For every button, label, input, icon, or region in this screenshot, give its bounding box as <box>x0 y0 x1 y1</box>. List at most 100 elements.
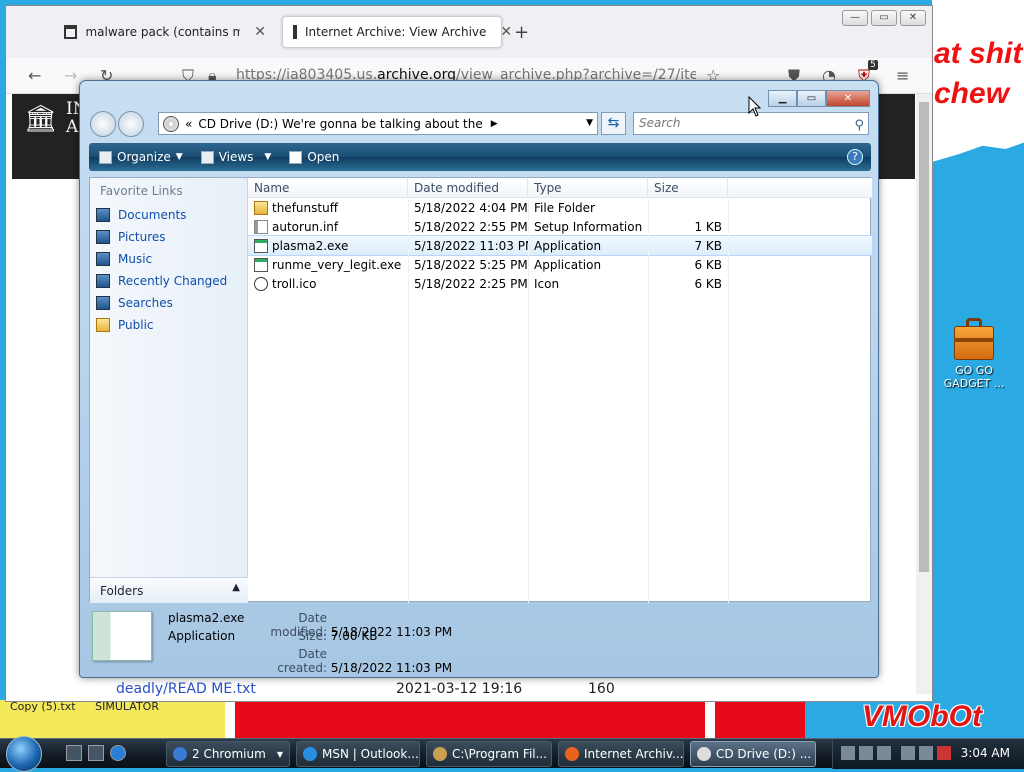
music-icon <box>96 252 110 266</box>
cd-drive-icon <box>163 115 179 132</box>
column-header-date[interactable]: Date modified <box>408 178 528 197</box>
file-row[interactable]: troll.ico 5/18/2022 2:25 PM Icon 6 KB <box>248 274 872 293</box>
close-icon[interactable]: ✕ <box>826 90 870 107</box>
file-row[interactable]: runme_very_legit.exe 5/18/2022 5:25 PM App… <box>248 255 872 274</box>
organize-icon <box>99 150 112 164</box>
browser-window-controls: — ▭ ✕ <box>842 10 926 26</box>
close-tab-icon[interactable]: ✕ <box>500 24 512 40</box>
column-header-type[interactable]: Type <box>528 178 648 197</box>
explorer-window-controls: ▁ ▭ ✕ <box>768 90 870 107</box>
navigation-pane: Favorite Links Documents Pictures Music … <box>90 178 248 603</box>
browser-tab-view-archive[interactable]: Internet Archive: View Archive ✕ <box>282 16 512 48</box>
minimize-icon[interactable]: ▁ <box>768 90 797 107</box>
address-text: CD Drive (D:) We're gonna be talking abo… <box>198 116 483 131</box>
favorite-link-pictures[interactable]: Pictures <box>90 226 247 248</box>
details-date-created: Date created: 5/18/2022 11:03 PM <box>277 647 453 675</box>
file-row[interactable]: plasma2.exe 5/18/2022 11:03 PM Application… <box>247 235 873 256</box>
command-bar: Organize ▼ Views ▼ Open ? <box>89 143 871 171</box>
back-button[interactable] <box>90 111 116 137</box>
file-date-cell: 5/18/2022 2:55 PM <box>414 219 528 234</box>
desktop-icon-gadget[interactable]: GO GO GADGET ... <box>940 316 1008 390</box>
system-tray: 3:04 AM <box>832 739 1024 769</box>
new-tab-icon[interactable]: + <box>514 22 529 43</box>
taskbar: 2 Chromium ▼ MSN | Outlook... C:\Program Fi… <box>0 736 1024 772</box>
documents-icon <box>96 208 110 222</box>
file-name-cell: thefunstuff <box>248 200 408 215</box>
close-icon[interactable]: ✕ <box>900 10 926 26</box>
help-icon[interactable]: ? <box>847 149 863 165</box>
back-icon[interactable]: ← <box>28 66 41 85</box>
troll-face-icon <box>254 276 268 291</box>
app-icon <box>303 747 317 761</box>
browser-scrollbar[interactable] <box>916 94 932 694</box>
open-button[interactable]: Open <box>289 150 347 164</box>
tray-icon[interactable] <box>841 746 855 760</box>
refresh-icon[interactable]: ⇆ <box>601 112 626 135</box>
application-icon <box>254 257 268 272</box>
column-header-name[interactable]: Name <box>248 178 408 197</box>
favorite-link-music[interactable]: Music <box>90 248 247 270</box>
tray-icon[interactable] <box>859 746 873 760</box>
vm-logo: VMObOt <box>862 700 982 733</box>
setup-file-icon <box>254 219 268 234</box>
column-header-size[interactable]: Size <box>648 178 728 197</box>
close-tab-icon[interactable]: ✕ <box>254 24 266 40</box>
favorite-link-documents[interactable]: Documents <box>90 204 247 226</box>
minimize-icon[interactable]: — <box>842 10 868 26</box>
switch-windows-icon[interactable] <box>88 745 104 761</box>
volume-muted-icon[interactable] <box>937 746 951 760</box>
organize-button[interactable]: Organize ▼ <box>99 150 191 164</box>
file-date-cell: 5/18/2022 11:03 PM <box>414 238 528 253</box>
favorite-links-header: Favorite Links <box>100 184 183 198</box>
favorite-link-searches[interactable]: Searches <box>90 292 247 314</box>
search-icon[interactable]: ⚲ <box>854 115 864 136</box>
file-name-cell: runme_very_legit.exe <box>248 257 408 272</box>
browser-tab-bar: malware pack (contains memz) ✕ Internet … <box>6 6 932 58</box>
maximize-icon[interactable]: ▭ <box>871 10 897 26</box>
browser-tab-malware-pack[interactable]: malware pack (contains memz) ✕ <box>54 16 276 48</box>
explorer-window: ▁ ▭ ✕ « CD Drive (D:) We're gonna be tal… <box>79 80 879 678</box>
forward-icon[interactable]: → <box>64 66 77 85</box>
forward-button[interactable] <box>118 111 144 137</box>
details-pane: plasma2.exe Application Date modified: 5… <box>89 605 871 675</box>
internet-explorer-icon[interactable] <box>110 745 126 761</box>
archive-logo-icon[interactable]: 🏛︎ <box>24 104 57 134</box>
folders-toggle[interactable]: Folders ▲ <box>90 577 248 603</box>
open-icon <box>289 150 303 164</box>
views-button[interactable]: Views ▼ <box>200 150 280 164</box>
clock[interactable]: 3:04 AM <box>961 746 1010 760</box>
details-file-type: Application <box>168 629 236 643</box>
archive-file-link[interactable]: deadly/READ ME.txt <box>116 681 256 697</box>
taskbar-button[interactable]: 2 Chromium ▼ <box>166 741 290 767</box>
file-type-cell: Icon <box>534 276 560 291</box>
menu-icon[interactable]: ≡ <box>896 66 909 85</box>
address-bar[interactable]: « CD Drive (D:) We're gonna be talking a… <box>158 112 598 135</box>
pictures-icon <box>96 230 110 244</box>
archive-favicon-icon <box>64 25 78 39</box>
address-dropdown-icon[interactable]: ▼ <box>586 118 593 128</box>
taskbar-button[interactable]: CD Drive (D:) ... <box>690 741 816 767</box>
archive-file-size: 160 <box>588 681 615 697</box>
taskbar-button[interactable]: C:\Program Fil... <box>426 741 552 767</box>
tab-label: Internet Archive: View Archive <box>305 25 487 39</box>
show-desktop-icon[interactable] <box>66 745 82 761</box>
address-crumb-arrow-icon[interactable]: ▶ <box>491 119 498 129</box>
file-date-cell: 5/18/2022 5:25 PM <box>414 257 528 272</box>
tray-icon[interactable] <box>901 746 915 760</box>
archive-favicon-icon <box>293 25 297 39</box>
file-row[interactable]: thefunstuff 5/18/2022 4:04 PM File Folder <box>248 198 872 217</box>
tray-icon[interactable] <box>877 746 891 760</box>
extension-badge: 5 <box>868 60 878 70</box>
taskbar-button[interactable]: MSN | Outlook... <box>296 741 420 767</box>
maximize-icon[interactable]: ▭ <box>797 90 826 107</box>
favorite-link-recently-changed[interactable]: Recently Changed <box>90 270 247 292</box>
favorite-link-public[interactable]: Public <box>90 314 247 336</box>
taskbar-button[interactable]: Internet Archiv... <box>558 741 684 767</box>
network-icon[interactable] <box>919 746 933 760</box>
briefcase-icon <box>954 316 994 360</box>
file-row[interactable]: autorun.inf 5/18/2022 2:55 PM Setup Inform… <box>248 217 872 236</box>
folder-icon <box>254 200 268 215</box>
start-orb-icon[interactable] <box>6 736 42 772</box>
folder-icon <box>96 318 110 332</box>
file-size-cell: 6 KB <box>694 276 722 291</box>
